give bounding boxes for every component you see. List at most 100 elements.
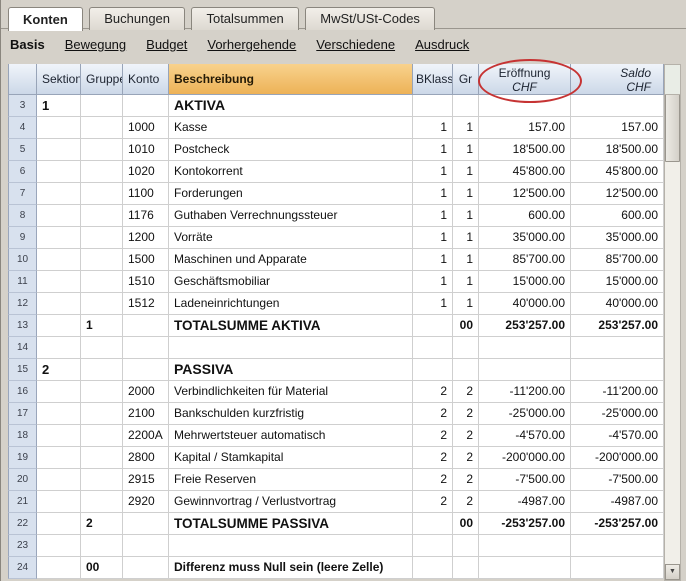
- cell-sektion[interactable]: [37, 557, 81, 579]
- cell-gruppe[interactable]: [81, 337, 123, 359]
- tab-konten[interactable]: Konten: [8, 7, 83, 31]
- cell-sektion[interactable]: [37, 205, 81, 227]
- cell-bklasse[interactable]: [413, 513, 453, 535]
- cell-eroeffnung[interactable]: 18'500.00: [479, 139, 571, 161]
- cell-gr[interactable]: [453, 557, 479, 579]
- row-number[interactable]: 23: [8, 535, 37, 557]
- cell-konto[interactable]: 2800: [123, 447, 169, 469]
- cell-konto[interactable]: 2915: [123, 469, 169, 491]
- cell-gr[interactable]: 2: [453, 491, 479, 513]
- row-number[interactable]: 13: [8, 315, 37, 337]
- cell-gruppe[interactable]: [81, 95, 123, 117]
- cell-beschreibung[interactable]: Forderungen: [169, 183, 413, 205]
- cell-saldo[interactable]: 40'000.00: [571, 293, 664, 315]
- cell-beschreibung[interactable]: Guthaben Verrechnungssteuer: [169, 205, 413, 227]
- menu-vorhergehende[interactable]: Vorhergehende: [207, 37, 296, 52]
- cell-gr[interactable]: 2: [453, 469, 479, 491]
- header-beschreibung[interactable]: Beschreibung: [169, 64, 413, 95]
- cell-sektion[interactable]: [37, 271, 81, 293]
- scroll-down-button[interactable]: ▼: [665, 564, 680, 580]
- cell-konto[interactable]: 1020: [123, 161, 169, 183]
- row-number[interactable]: 8: [8, 205, 37, 227]
- menu-bewegung[interactable]: Bewegung: [65, 37, 126, 52]
- cell-gruppe[interactable]: [81, 249, 123, 271]
- cell-gruppe[interactable]: [81, 469, 123, 491]
- cell-konto[interactable]: [123, 535, 169, 557]
- cell-saldo[interactable]: -200'000.00: [571, 447, 664, 469]
- cell-eroeffnung[interactable]: 12'500.00: [479, 183, 571, 205]
- cell-beschreibung[interactable]: TOTALSUMME AKTIVA: [169, 315, 413, 337]
- cell-beschreibung[interactable]: Freie Reserven: [169, 469, 413, 491]
- cell-gr[interactable]: 1: [453, 293, 479, 315]
- menu-budget[interactable]: Budget: [146, 37, 187, 52]
- cell-konto[interactable]: 1010: [123, 139, 169, 161]
- header-saldo[interactable]: Saldo CHF: [571, 64, 664, 95]
- vertical-scrollbar[interactable]: ▲ ▼: [664, 64, 681, 581]
- row-number[interactable]: 19: [8, 447, 37, 469]
- cell-bklasse[interactable]: [413, 359, 453, 381]
- cell-konto[interactable]: 2200A: [123, 425, 169, 447]
- cell-gr[interactable]: 00: [453, 513, 479, 535]
- cell-beschreibung[interactable]: Kasse: [169, 117, 413, 139]
- row-number[interactable]: 14: [8, 337, 37, 359]
- cell-gruppe[interactable]: [81, 293, 123, 315]
- cell-saldo[interactable]: 45'800.00: [571, 161, 664, 183]
- cell-saldo[interactable]: [571, 359, 664, 381]
- cell-sektion[interactable]: [37, 293, 81, 315]
- cell-beschreibung[interactable]: Bankschulden kurzfristig: [169, 403, 413, 425]
- cell-konto[interactable]: 1500: [123, 249, 169, 271]
- cell-saldo[interactable]: -4987.00: [571, 491, 664, 513]
- header-gruppe[interactable]: Gruppe: [81, 64, 123, 95]
- cell-gr[interactable]: 1: [453, 271, 479, 293]
- header-sektion[interactable]: Sektion: [37, 64, 81, 95]
- cell-konto[interactable]: [123, 315, 169, 337]
- cell-gruppe[interactable]: [81, 447, 123, 469]
- cell-beschreibung[interactable]: Differenz muss Null sein (leere Zelle): [169, 557, 413, 579]
- cell-gr[interactable]: 2: [453, 381, 479, 403]
- row-number[interactable]: 5: [8, 139, 37, 161]
- row-number[interactable]: 3: [8, 95, 37, 117]
- row-number[interactable]: 16: [8, 381, 37, 403]
- cell-gruppe[interactable]: [81, 139, 123, 161]
- cell-eroeffnung[interactable]: 15'000.00: [479, 271, 571, 293]
- cell-eroeffnung[interactable]: 157.00: [479, 117, 571, 139]
- cell-gr[interactable]: 1: [453, 117, 479, 139]
- cell-sektion[interactable]: 2: [37, 359, 81, 381]
- tab-buchungen[interactable]: Buchungen: [89, 7, 185, 30]
- cell-gruppe[interactable]: [81, 535, 123, 557]
- cell-beschreibung[interactable]: Geschäftsmobiliar: [169, 271, 413, 293]
- cell-eroeffnung[interactable]: -200'000.00: [479, 447, 571, 469]
- cell-konto[interactable]: 1510: [123, 271, 169, 293]
- cell-saldo[interactable]: [571, 337, 664, 359]
- row-number[interactable]: 17: [8, 403, 37, 425]
- row-number[interactable]: 7: [8, 183, 37, 205]
- cell-saldo[interactable]: 253'257.00: [571, 315, 664, 337]
- cell-sektion[interactable]: [37, 403, 81, 425]
- cell-bklasse[interactable]: 2: [413, 425, 453, 447]
- cell-saldo[interactable]: 18'500.00: [571, 139, 664, 161]
- cell-sektion[interactable]: [37, 183, 81, 205]
- cell-gr[interactable]: [453, 359, 479, 381]
- cell-konto[interactable]: 1512: [123, 293, 169, 315]
- row-number[interactable]: 18: [8, 425, 37, 447]
- cell-eroeffnung[interactable]: -253'257.00: [479, 513, 571, 535]
- cell-beschreibung[interactable]: Postcheck: [169, 139, 413, 161]
- cell-bklasse[interactable]: 2: [413, 491, 453, 513]
- row-number[interactable]: 10: [8, 249, 37, 271]
- cell-saldo[interactable]: [571, 557, 664, 579]
- cell-bklasse[interactable]: 1: [413, 227, 453, 249]
- cell-konto[interactable]: [123, 95, 169, 117]
- cell-saldo[interactable]: 600.00: [571, 205, 664, 227]
- cell-bklasse[interactable]: [413, 315, 453, 337]
- cell-gruppe[interactable]: [81, 425, 123, 447]
- cell-bklasse[interactable]: [413, 95, 453, 117]
- cell-saldo[interactable]: -7'500.00: [571, 469, 664, 491]
- cell-sektion[interactable]: [37, 469, 81, 491]
- row-number[interactable]: 15: [8, 359, 37, 381]
- cell-gruppe[interactable]: [81, 271, 123, 293]
- cell-gr[interactable]: 1: [453, 249, 479, 271]
- cell-eroeffnung[interactable]: 45'800.00: [479, 161, 571, 183]
- cell-eroeffnung[interactable]: 600.00: [479, 205, 571, 227]
- cell-beschreibung[interactable]: Gewinnvortrag / Verlustvortrag: [169, 491, 413, 513]
- cell-eroeffnung[interactable]: -25'000.00: [479, 403, 571, 425]
